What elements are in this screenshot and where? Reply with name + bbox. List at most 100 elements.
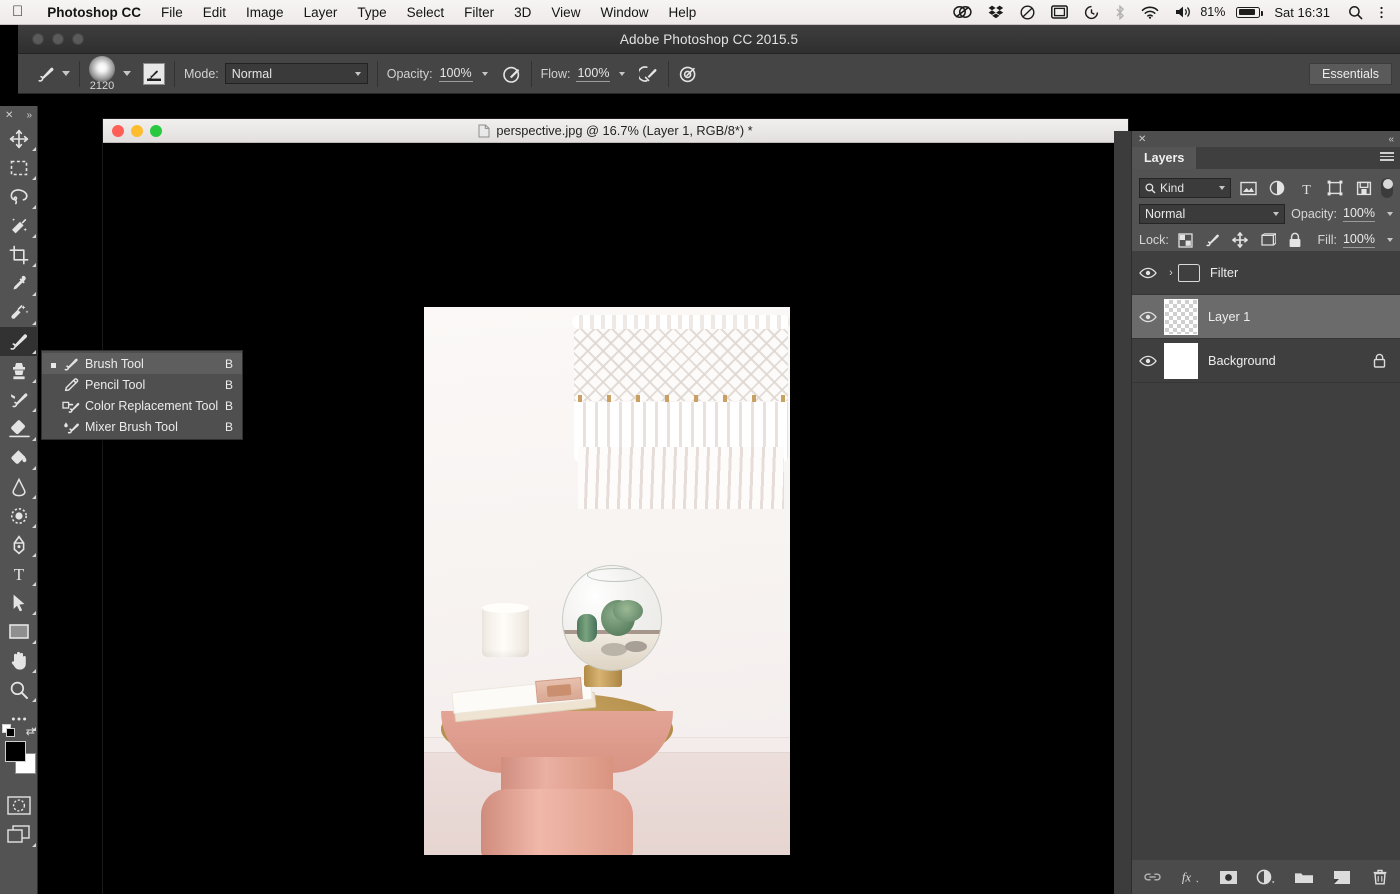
menu-item-filter[interactable]: Filter	[454, 5, 504, 20]
menu-bar-clock[interactable]: Sat 16:31	[1268, 5, 1340, 20]
layer-name[interactable]: Filter	[1200, 266, 1400, 280]
menu-item-file[interactable]: File	[151, 5, 193, 20]
close-icon[interactable]: ✕	[1138, 134, 1146, 145]
tool-rectangle[interactable]	[0, 617, 38, 646]
app-title-bar[interactable]: Adobe Photoshop CC 2015.5	[18, 25, 1400, 54]
layer-visibility-toggle[interactable]	[1132, 267, 1164, 279]
menu-item-3d[interactable]: 3D	[504, 5, 541, 20]
flyout-item-mixer-brush-tool[interactable]: Mixer Brush Tool B	[42, 416, 242, 437]
lock-transparent-pixels-icon[interactable]	[1175, 230, 1196, 250]
layer-opacity-value[interactable]: 100%	[1343, 206, 1375, 222]
filter-pixel-layers-icon[interactable]	[1237, 178, 1260, 198]
menu-item-type[interactable]: Type	[347, 5, 396, 20]
screen-mode-button[interactable]	[0, 820, 38, 849]
fill-value[interactable]: 100%	[1342, 232, 1375, 248]
new-adjustment-layer-icon[interactable]	[1256, 867, 1276, 887]
do-not-disturb-icon[interactable]	[1012, 4, 1043, 20]
tool-hand[interactable]	[0, 646, 38, 675]
tool-spot-healing-brush[interactable]	[0, 298, 38, 327]
apple-logo-icon[interactable]: 	[12, 4, 23, 19]
tool-eraser[interactable]	[0, 414, 38, 443]
dropbox-icon[interactable]	[980, 5, 1012, 19]
flow-chevron-icon[interactable]	[619, 71, 626, 76]
display-icon[interactable]	[1043, 5, 1076, 19]
tool-path-selection[interactable]	[0, 588, 38, 617]
document-title-bar[interactable]: perspective.jpg @ 16.7% (Layer 1, RGB/8*…	[103, 119, 1128, 143]
menu-item-window[interactable]: Window	[590, 5, 658, 20]
filter-smart-objects-icon[interactable]	[1352, 178, 1375, 198]
brush-preset-picker[interactable]: 2120	[89, 54, 115, 94]
panel-menu-icon[interactable]	[1380, 152, 1394, 161]
menu-item-view[interactable]: View	[541, 5, 590, 20]
new-layer-icon[interactable]	[1332, 867, 1352, 887]
time-machine-icon[interactable]	[1076, 5, 1107, 20]
layer-row-filter[interactable]: › Filter	[1132, 251, 1400, 295]
tablet-pressure-opacity-icon[interactable]	[502, 64, 522, 84]
wifi-icon[interactable]	[1133, 6, 1167, 19]
tool-clone-stamp[interactable]	[0, 356, 38, 385]
layer-locked-icon[interactable]	[1373, 353, 1400, 368]
volume-icon[interactable]	[1167, 5, 1200, 19]
menu-item-layer[interactable]: Layer	[294, 5, 348, 20]
document-canvas[interactable]	[103, 143, 1128, 894]
tool-blur[interactable]	[0, 472, 38, 501]
tab-layers[interactable]: Layers	[1132, 147, 1197, 169]
control-center-icon[interactable]	[1371, 5, 1392, 20]
brush-panel-toggle-icon[interactable]	[143, 62, 165, 85]
layer-visibility-toggle[interactable]	[1132, 311, 1164, 323]
tool-brush[interactable]	[0, 327, 38, 356]
spotlight-search-icon[interactable]	[1340, 5, 1371, 20]
filter-adjustment-layers-icon[interactable]	[1266, 178, 1289, 198]
double-chevron-left-icon[interactable]: «	[1388, 134, 1394, 145]
lock-artboard-nesting-icon[interactable]	[1257, 230, 1278, 250]
filter-shape-layers-icon[interactable]	[1324, 178, 1347, 198]
tool-crop[interactable]	[0, 240, 38, 269]
fill-chevron-icon[interactable]	[1386, 238, 1393, 242]
menu-item-help[interactable]: Help	[658, 5, 706, 20]
brush-preset-chevron-icon[interactable]	[123, 71, 131, 76]
tool-history-brush[interactable]	[0, 385, 38, 414]
swap-colors-icon[interactable]: ⇄	[26, 725, 35, 738]
default-colors-icon[interactable]	[2, 724, 16, 738]
tool-horizontal-type[interactable]: T	[0, 559, 38, 588]
workspace-switcher-button[interactable]: Essentials	[1309, 63, 1392, 85]
layer-thumbnail[interactable]	[1164, 342, 1198, 379]
tool-preset-chevron-icon[interactable]	[62, 71, 70, 76]
menu-item-edit[interactable]: Edit	[193, 5, 236, 20]
bluetooth-icon[interactable]	[1107, 4, 1133, 20]
tool-quick-selection[interactable]	[0, 211, 38, 240]
layer-thumbnail[interactable]	[1164, 298, 1198, 335]
group-expand-chevron-icon[interactable]: ›	[1164, 267, 1178, 279]
layer-blend-mode-select[interactable]: Normal	[1139, 204, 1286, 224]
battery-icon[interactable]	[1228, 6, 1268, 18]
quick-mask-mode-button[interactable]	[0, 791, 38, 820]
tool-lasso[interactable]	[0, 182, 38, 211]
foreground-color-swatch[interactable]	[5, 741, 26, 762]
menu-item-photoshop-cc[interactable]: Photoshop CC	[37, 5, 151, 20]
lock-all-icon[interactable]	[1284, 230, 1305, 250]
tool-eyedropper[interactable]	[0, 269, 38, 298]
tool-rectangular-marquee[interactable]	[0, 153, 38, 182]
layer-list[interactable]: › Filter Layer 1 Background	[1132, 251, 1400, 860]
flyout-item-brush-tool[interactable]: Brush Tool B	[42, 353, 242, 374]
menu-item-select[interactable]: Select	[397, 5, 455, 20]
add-layer-style-icon[interactable]: fx	[1180, 867, 1200, 887]
tool-move[interactable]	[0, 124, 38, 153]
current-tool-button[interactable]	[36, 54, 70, 94]
blend-mode-select[interactable]: Normal	[224, 63, 368, 84]
layer-opacity-chevron-icon[interactable]	[1387, 212, 1393, 216]
lock-image-pixels-icon[interactable]	[1202, 230, 1223, 250]
tool-dodge[interactable]	[0, 501, 38, 530]
tool-pen[interactable]	[0, 530, 38, 559]
lock-position-icon[interactable]	[1230, 230, 1251, 250]
filter-enable-toggle[interactable]	[1381, 178, 1393, 198]
menu-item-image[interactable]: Image	[236, 5, 294, 20]
opacity-chevron-icon[interactable]	[481, 71, 488, 76]
double-chevron-icon[interactable]: »	[26, 110, 32, 121]
add-layer-mask-icon[interactable]	[1218, 867, 1238, 887]
delete-layer-icon[interactable]	[1370, 867, 1390, 887]
new-group-icon[interactable]	[1294, 867, 1314, 887]
layer-name[interactable]: Layer 1	[1198, 310, 1400, 324]
airbrush-icon[interactable]	[639, 64, 659, 84]
tool-gradient[interactable]	[0, 443, 38, 472]
